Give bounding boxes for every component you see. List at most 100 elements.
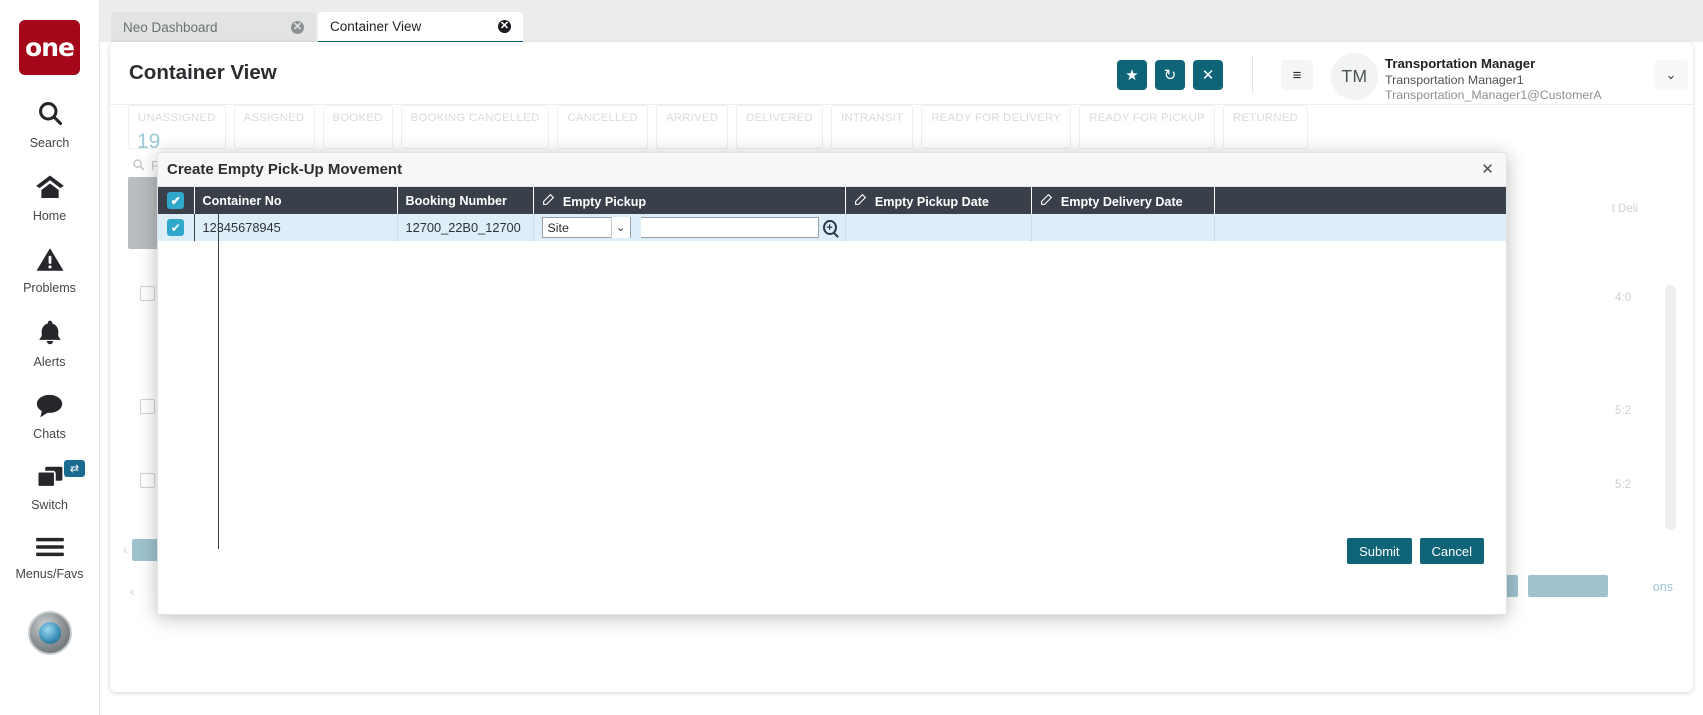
windows-stack-icon	[36, 465, 64, 493]
modal-footer: Submit Cancel	[158, 520, 1506, 582]
ghost-checkbox[interactable]	[140, 473, 155, 488]
status-tab[interactable]: CANCELLED	[557, 105, 648, 149]
column-header-container-no[interactable]: Container No	[194, 187, 398, 214]
sidebar-item-chats[interactable]: Chats	[0, 393, 99, 441]
home-icon	[35, 174, 65, 204]
column-header-booking-number[interactable]: Booking Number	[397, 187, 534, 214]
modal-title: Create Empty Pick-Up Movement	[167, 161, 403, 178]
sidebar-item-switch[interactable]: ⇄ Switch	[0, 460, 99, 512]
cell-empty-pickup: Site ⌄ +	[533, 214, 846, 241]
switch-badge-icon[interactable]: ⇄	[64, 460, 85, 477]
hamburger-icon	[35, 536, 65, 562]
column-label: Container No	[202, 193, 282, 208]
chevron-left-icon[interactable]: ‹	[130, 583, 135, 599]
close-icon[interactable]: ✕	[291, 20, 304, 34]
user-name: Transportation Manager1	[1385, 73, 1524, 87]
ghost-checkbox[interactable]	[140, 286, 155, 301]
cell-empty-pickup-date[interactable]	[845, 214, 1032, 241]
sidebar-item-label: Home	[32, 209, 67, 223]
chevron-down-icon[interactable]: ⌄	[610, 217, 630, 238]
table-row[interactable]: ✔ 12345678945 12700_22B0_12700 Site ⌄ +	[158, 214, 1506, 241]
status-count: 19	[137, 130, 161, 153]
row-checkbox[interactable]: ✔	[167, 219, 185, 236]
cell-empty-delivery-date[interactable]	[1031, 214, 1215, 241]
status-tab[interactable]: BOOKING CANCELLED	[400, 105, 550, 149]
page-card: Container View ★ ↻ ✕ ≡ TM Transportation…	[110, 42, 1693, 692]
header-action-group: ★ ↻ ✕	[1117, 60, 1223, 90]
header-menu-button[interactable]: ≡	[1281, 60, 1313, 90]
cell-booking-number: 12700_22B0_12700	[397, 214, 534, 241]
refresh-button[interactable]: ↻	[1155, 60, 1185, 90]
submit-button[interactable]: Submit	[1347, 538, 1412, 564]
grid-divider	[218, 214, 219, 549]
column-header-spacer	[1214, 187, 1506, 214]
table-header-row: ✔ Container No Booking Number Empty Pick…	[158, 187, 1506, 214]
bell-icon	[36, 319, 64, 350]
sidebar-item-home[interactable]: Home	[0, 174, 99, 223]
avatar[interactable]: TM	[1331, 53, 1378, 100]
tab-container-view[interactable]: Container View ✕	[318, 12, 523, 43]
status-tab[interactable]: READY FOR DELIVERY	[921, 105, 1072, 149]
empty-pickup-type-select[interactable]: Site ⌄	[541, 217, 631, 238]
status-tab[interactable]: READY FOR PICKUP	[1079, 105, 1215, 149]
ghost-checkbox[interactable]	[140, 399, 155, 414]
edit-pencil-icon	[854, 193, 870, 209]
status-tab[interactable]: ARRIVED	[655, 105, 729, 149]
browser-tabstrip: Neo Dashboard ✕ Container View ✕	[100, 0, 1703, 43]
left-nav-rail: one Search Home Problems Alerts Chats ⇄ …	[0, 0, 100, 715]
ghost-cell: 5:2	[1615, 405, 1631, 417]
status-tab-strip: UNASSIGNED ASSIGNED BOOKED BOOKING CANCE…	[128, 105, 1309, 149]
column-header-empty-delivery-date[interactable]: Empty Delivery Date	[1031, 187, 1215, 214]
ghost-column-header: t Deli	[1611, 203, 1638, 215]
sidebar-item-label: Chats	[33, 427, 66, 441]
sidebar-item-label: Alerts	[33, 355, 66, 369]
sidebar-item-problems[interactable]: Problems	[0, 247, 99, 295]
support-avatar[interactable]	[28, 611, 72, 655]
modal-header: Create Empty Pick-Up Movement ✕	[158, 153, 1506, 187]
row-select-cell: ✔	[158, 214, 195, 241]
column-label: Booking Number	[405, 193, 507, 208]
status-tab[interactable]: INTRANSIT	[831, 105, 914, 149]
sidebar-item-alerts[interactable]: Alerts	[0, 319, 99, 369]
column-label: Empty Pickup Date	[874, 194, 989, 209]
close-button[interactable]: ✕	[1193, 60, 1223, 90]
modal-body: ✔ Container No Booking Number Empty Pick…	[158, 187, 1506, 582]
user-email: Transportation_Manager1@CustomerA	[1385, 88, 1602, 102]
sidebar-item-search[interactable]: Search	[0, 99, 99, 150]
empty-pickup-input[interactable]	[640, 217, 819, 238]
cancel-button[interactable]: Cancel	[1419, 538, 1484, 564]
container-grid: ✔ Container No Booking Number Empty Pick…	[158, 187, 1506, 241]
ghost-cell: 5:2	[1615, 479, 1631, 491]
ghost-footer-button[interactable]	[1528, 575, 1608, 597]
search-icon	[36, 99, 64, 131]
header-divider	[1252, 56, 1253, 94]
column-header-empty-pickup[interactable]: Empty Pickup	[533, 187, 846, 214]
column-header-empty-pickup-date[interactable]: Empty Pickup Date	[845, 187, 1032, 214]
status-tab[interactable]: RETURNED	[1222, 105, 1309, 149]
create-empty-pickup-modal: Create Empty Pick-Up Movement ✕ ✔ Contai…	[157, 152, 1507, 615]
vertical-scrollbar[interactable]	[1665, 285, 1676, 530]
sidebar-item-menus-favs[interactable]: Menus/Favs	[0, 536, 99, 581]
chevron-down-icon[interactable]: ⌄	[1654, 60, 1688, 90]
favorite-button[interactable]: ★	[1117, 60, 1147, 90]
sidebar-item-label: Switch	[31, 498, 68, 512]
selected-option-label: Site	[547, 220, 569, 235]
app-root: one Search Home Problems Alerts Chats ⇄ …	[0, 0, 1703, 715]
one-logo[interactable]: one	[19, 20, 80, 75]
status-tab[interactable]: DELIVERED	[736, 105, 824, 149]
close-icon[interactable]: ✕	[498, 20, 511, 33]
magnifier-plus-icon[interactable]: +	[822, 220, 837, 235]
select-all-checkbox[interactable]: ✔	[167, 192, 185, 209]
ghost-actions-label[interactable]: ons	[1653, 580, 1673, 594]
cell-spacer	[1214, 214, 1506, 241]
status-tab[interactable]: ASSIGNED	[233, 105, 315, 149]
tab-neo-dashboard[interactable]: Neo Dashboard ✕	[111, 12, 316, 42]
chevron-left-icon[interactable]: ‹	[123, 541, 128, 557]
empty-pickup-editor: Site ⌄ +	[541, 217, 837, 238]
cell-container-no[interactable]: 12345678945	[194, 214, 398, 241]
status-tab[interactable]: BOOKED	[322, 105, 393, 149]
chat-bubble-icon	[35, 393, 64, 422]
column-label: Empty Pickup	[562, 194, 647, 209]
sidebar-item-label: Search	[29, 136, 70, 150]
close-icon[interactable]: ✕	[1479, 161, 1496, 178]
